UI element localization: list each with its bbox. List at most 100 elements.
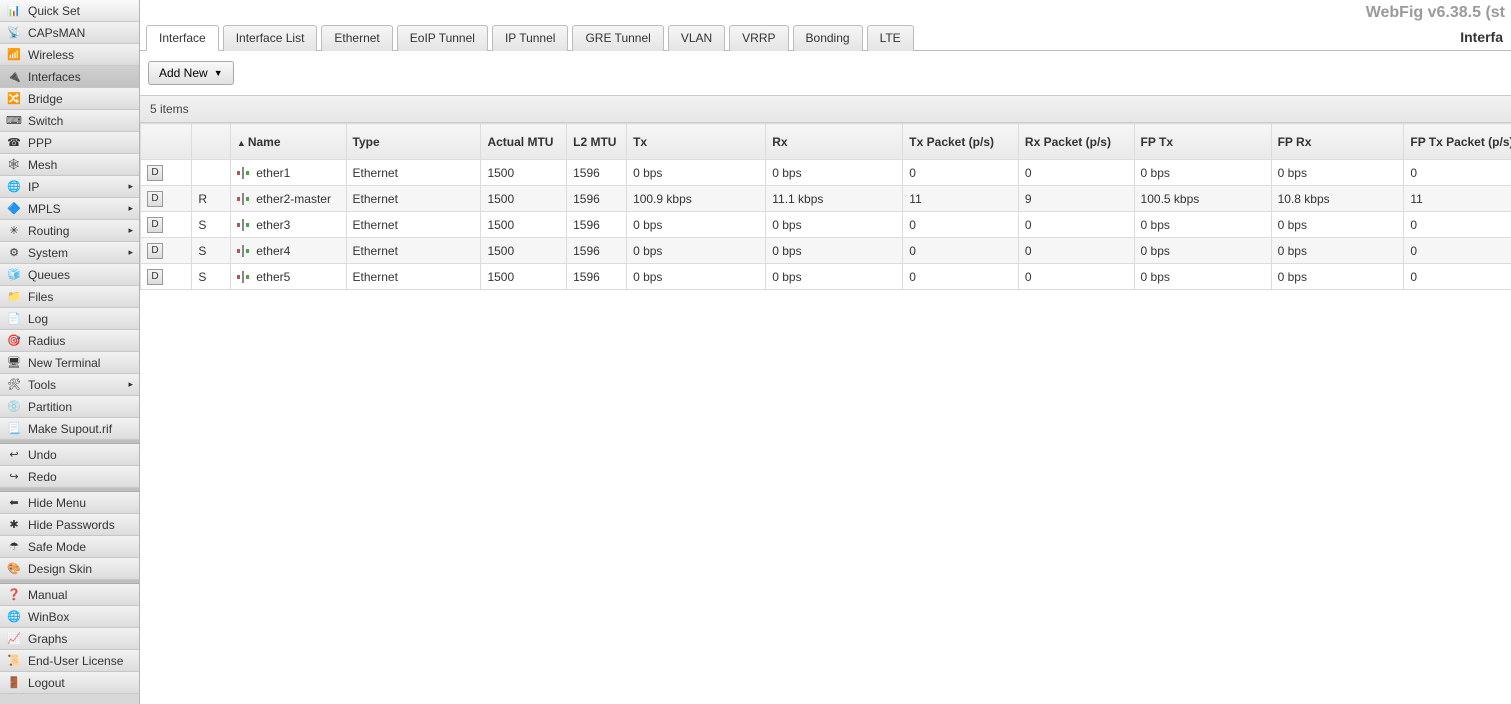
tab-lte[interactable]: LTE <box>867 25 914 51</box>
disable-button[interactable]: D <box>147 217 163 233</box>
col-header[interactable]: FP Tx <box>1134 124 1271 160</box>
table-row[interactable]: DR ether2-masterEthernet15001596100.9 kb… <box>141 186 1511 212</box>
cell: 0 bps <box>766 264 903 290</box>
tab-eoip-tunnel[interactable]: EoIP Tunnel <box>397 25 488 51</box>
sidebar-item-manual[interactable]: ❓Manual <box>0 584 139 606</box>
submenu-arrow-icon: ▸ <box>128 181 133 192</box>
cell: 0 <box>903 238 1019 264</box>
files-icon: 📁 <box>6 289 22 305</box>
add-new-button[interactable]: Add New ▼ <box>148 61 234 85</box>
tab-vrrp[interactable]: VRRP <box>729 25 788 51</box>
sidebar-item-files[interactable]: 📁Files <box>0 286 139 308</box>
col-header[interactable]: FP Rx <box>1271 124 1404 160</box>
disable-button[interactable]: D <box>147 191 163 207</box>
sidebar-item-interfaces[interactable]: 🔌Interfaces <box>0 66 139 88</box>
col-header[interactable]: Tx Packet (p/s) <box>903 124 1019 160</box>
tab-gre-tunnel[interactable]: GRE Tunnel <box>572 25 663 51</box>
supout-icon: 📃 <box>6 421 22 437</box>
sidebar-item-mpls[interactable]: 🔷MPLS▸ <box>0 198 139 220</box>
sidebar-item-tools[interactable]: 🛠Tools▸ <box>0 374 139 396</box>
col-header[interactable]: FP Tx Packet (p/s) <box>1404 124 1511 160</box>
cell: 0 bps <box>766 212 903 238</box>
sidebar-item-label: Undo <box>28 448 57 462</box>
partition-icon: 💿 <box>6 399 22 415</box>
sidebar-item-log[interactable]: 📄Log <box>0 308 139 330</box>
queues-icon: 🧊 <box>6 267 22 283</box>
add-new-label: Add New <box>159 66 208 80</box>
sidebar-item-label: End-User License <box>28 654 123 668</box>
sidebar-item-redo[interactable]: ↪Redo <box>0 466 139 488</box>
cell: 0 bps <box>627 238 766 264</box>
sidebar-item-wireless[interactable]: 📶Wireless <box>0 44 139 66</box>
col-header[interactable] <box>192 124 231 160</box>
col-header[interactable]: Rx <box>766 124 903 160</box>
sidebar-item-capsman[interactable]: 📡CAPsMAN <box>0 22 139 44</box>
sidebar-item-bridge[interactable]: 🔀Bridge <box>0 88 139 110</box>
header: WebFig v6.38.5 (st <box>140 0 1511 24</box>
tab-ethernet[interactable]: Ethernet <box>321 25 392 51</box>
table-row[interactable]: DS ether3Ethernet150015960 bps0 bps000 b… <box>141 212 1511 238</box>
tab-interface-list[interactable]: Interface List <box>223 25 318 51</box>
cell: S <box>192 264 231 290</box>
cell: Ethernet <box>346 212 481 238</box>
cell: 0 <box>1404 264 1511 290</box>
sidebar-item-label: Redo <box>28 470 57 484</box>
cell: Ethernet <box>346 238 481 264</box>
tab-bonding[interactable]: Bonding <box>793 25 863 51</box>
disable-button[interactable]: D <box>147 165 163 181</box>
sidebar-item-hide-menu[interactable]: ⬅Hide Menu <box>0 492 139 514</box>
interfaces-table: ▲NameTypeActual MTUL2 MTUTxRxTx Packet (… <box>140 123 1511 290</box>
col-header[interactable]: ▲Name <box>230 124 346 160</box>
cell: ether1 <box>230 160 346 186</box>
disable-button[interactable]: D <box>147 243 163 259</box>
sidebar-item-new-terminal[interactable]: 🖥New Terminal <box>0 352 139 374</box>
cell: 100.9 kbps <box>627 186 766 212</box>
sidebar-item-quick-set[interactable]: 📊Quick Set <box>0 0 139 22</box>
cell: S <box>192 238 231 264</box>
col-header[interactable]: L2 MTU <box>567 124 627 160</box>
sidebar-item-hide-passwords[interactable]: ✱Hide Passwords <box>0 514 139 536</box>
sidebar-item-design-skin[interactable]: 🎨Design Skin <box>0 558 139 580</box>
submenu-arrow-icon: ▸ <box>128 379 133 390</box>
sidebar-item-make-supout-rif[interactable]: 📃Make Supout.rif <box>0 418 139 440</box>
sidebar-item-switch[interactable]: ⌨Switch <box>0 110 139 132</box>
sidebar-item-safe-mode[interactable]: ☂Safe Mode <box>0 536 139 558</box>
sidebar-item-ppp[interactable]: ☎PPP <box>0 132 139 154</box>
cell <box>192 160 231 186</box>
sidebar-item-label: New Terminal <box>28 356 100 370</box>
tabs-row: InterfaceInterface ListEthernetEoIP Tunn… <box>140 24 1511 51</box>
tab-interface[interactable]: Interface <box>146 25 219 51</box>
cell: 11 <box>903 186 1019 212</box>
cell: R <box>192 186 231 212</box>
disable-button[interactable]: D <box>147 269 163 285</box>
undo-icon: ↩ <box>6 447 22 463</box>
sidebar-item-mesh[interactable]: 🕸Mesh <box>0 154 139 176</box>
table-row[interactable]: DS ether5Ethernet150015960 bps0 bps000 b… <box>141 264 1511 290</box>
cell: D <box>141 212 192 238</box>
sidebar-item-winbox[interactable]: 🌐WinBox <box>0 606 139 628</box>
col-header[interactable]: Rx Packet (p/s) <box>1018 124 1134 160</box>
sidebar-item-logout[interactable]: 🚪Logout <box>0 672 139 694</box>
table-row[interactable]: D ether1Ethernet150015960 bps0 bps000 bp… <box>141 160 1511 186</box>
sidebar-item-system[interactable]: ⚙System▸ <box>0 242 139 264</box>
cell: D <box>141 186 192 212</box>
col-header[interactable] <box>141 124 192 160</box>
sidebar-item-undo[interactable]: ↩ Undo <box>0 444 139 466</box>
license-icon: 📜 <box>6 653 22 669</box>
sidebar-item-radius[interactable]: 🎯Radius <box>0 330 139 352</box>
routing-icon: ✳ <box>6 223 22 239</box>
col-header[interactable]: Actual MTU <box>481 124 567 160</box>
sidebar-item-end-user-license[interactable]: 📜 End-User License <box>0 650 139 672</box>
sidebar-item-partition[interactable]: 💿Partition <box>0 396 139 418</box>
col-header[interactable]: Type <box>346 124 481 160</box>
mesh-icon: 🕸 <box>6 157 22 173</box>
sidebar-item-routing[interactable]: ✳Routing▸ <box>0 220 139 242</box>
cell: 0 bps <box>627 264 766 290</box>
sidebar-item-queues[interactable]: 🧊Queues <box>0 264 139 286</box>
tab-vlan[interactable]: VLAN <box>668 25 725 51</box>
table-row[interactable]: DS ether4Ethernet150015960 bps0 bps000 b… <box>141 238 1511 264</box>
sidebar-item-ip[interactable]: 🌐IP▸ <box>0 176 139 198</box>
tab-ip-tunnel[interactable]: IP Tunnel <box>492 25 568 51</box>
col-header[interactable]: Tx <box>627 124 766 160</box>
sidebar-item-graphs[interactable]: 📈Graphs <box>0 628 139 650</box>
